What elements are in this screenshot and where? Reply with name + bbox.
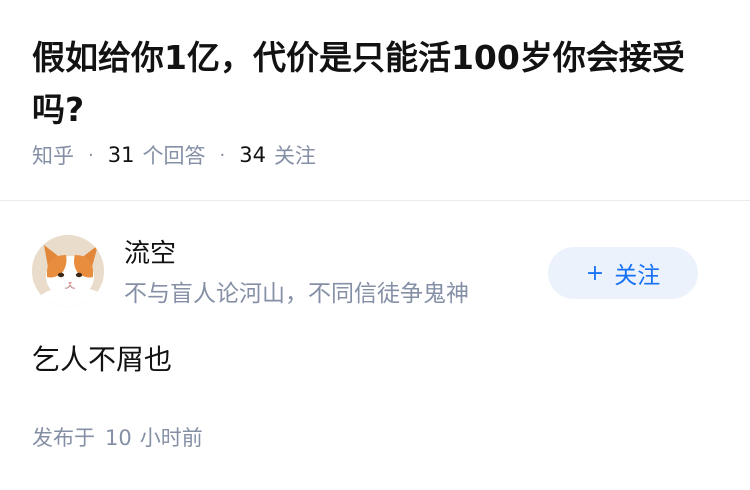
- question-header: 假如给你1亿，代价是只能活100岁你会接受吗? 知乎 · 31 个回答 · 34…: [32, 32, 722, 168]
- meta-separator: ·: [88, 144, 94, 166]
- zhihu-answer-page: 假如给你1亿，代价是只能活100岁你会接受吗? 知乎 · 31 个回答 · 34…: [0, 0, 750, 490]
- source-label[interactable]: 知乎: [32, 140, 74, 170]
- cat-avatar-icon[interactable]: [32, 235, 104, 307]
- published-unit: 小时前: [139, 426, 203, 450]
- author-bio: 不与盲人论河山，不同信徒争鬼神: [124, 281, 469, 307]
- follower-count-label: 关注: [273, 144, 316, 168]
- answer-timestamp: 发布于 10 小时前: [32, 422, 203, 454]
- question-title[interactable]: 假如给你1亿，代价是只能活100岁你会接受吗?: [32, 32, 722, 136]
- answer-content[interactable]: 乞人不屑也: [32, 340, 172, 380]
- answer-count: 31: [107, 143, 135, 167]
- answer-count-label: 个回答: [142, 144, 206, 168]
- plus-icon: +: [585, 260, 605, 286]
- question-meta: 知乎 · 31 个回答 · 34 关注: [32, 140, 316, 170]
- meta-separator: ·: [219, 144, 226, 166]
- author-name[interactable]: 流空: [124, 236, 176, 272]
- section-divider: [0, 200, 750, 201]
- follow-button-label: 关注: [614, 263, 661, 289]
- published-prefix: 发布于: [32, 426, 95, 450]
- follow-button[interactable]: + 关注: [548, 247, 698, 299]
- published-value: 10: [105, 426, 132, 450]
- follower-count: 34: [239, 143, 266, 167]
